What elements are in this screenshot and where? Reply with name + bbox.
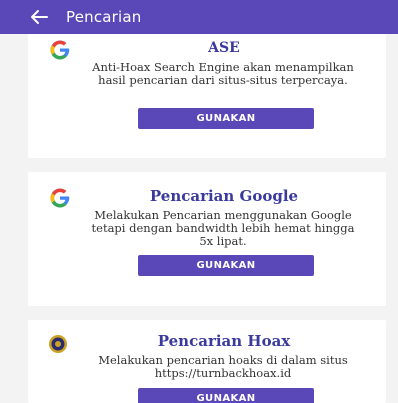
card-title: Pencarian Google <box>149 187 299 205</box>
arrow-left-icon <box>31 10 48 24</box>
card-title: ASE <box>208 40 240 56</box>
search-option-card-ase: ASE Anti-Hoax Search Engine akan menampi… <box>28 34 386 158</box>
card-description: Melakukan Pencarian menggunakan Google t… <box>91 208 355 248</box>
page-title: Pencarian <box>66 8 142 26</box>
back-button[interactable] <box>28 6 50 28</box>
use-ase-button[interactable]: GUNAKAN <box>138 108 314 129</box>
card-description: Anti-Hoax Search Engine akan menampilkan… <box>92 60 354 87</box>
use-google-button[interactable]: GUNAKAN <box>138 255 314 276</box>
card-title: Pencarian Hoax <box>157 332 291 350</box>
search-option-card-hoax: Pencarian Hoax Melakukan pencarian hoaks… <box>28 320 386 403</box>
use-hoax-button[interactable]: GUNAKAN <box>138 388 314 403</box>
search-option-card-google: Pencarian Google Melakukan Pencarian men… <box>28 172 386 306</box>
card-description: Melakukan pencarian hoaks di dalam situs… <box>98 353 348 380</box>
app-bar: Pencarian <box>0 0 398 34</box>
